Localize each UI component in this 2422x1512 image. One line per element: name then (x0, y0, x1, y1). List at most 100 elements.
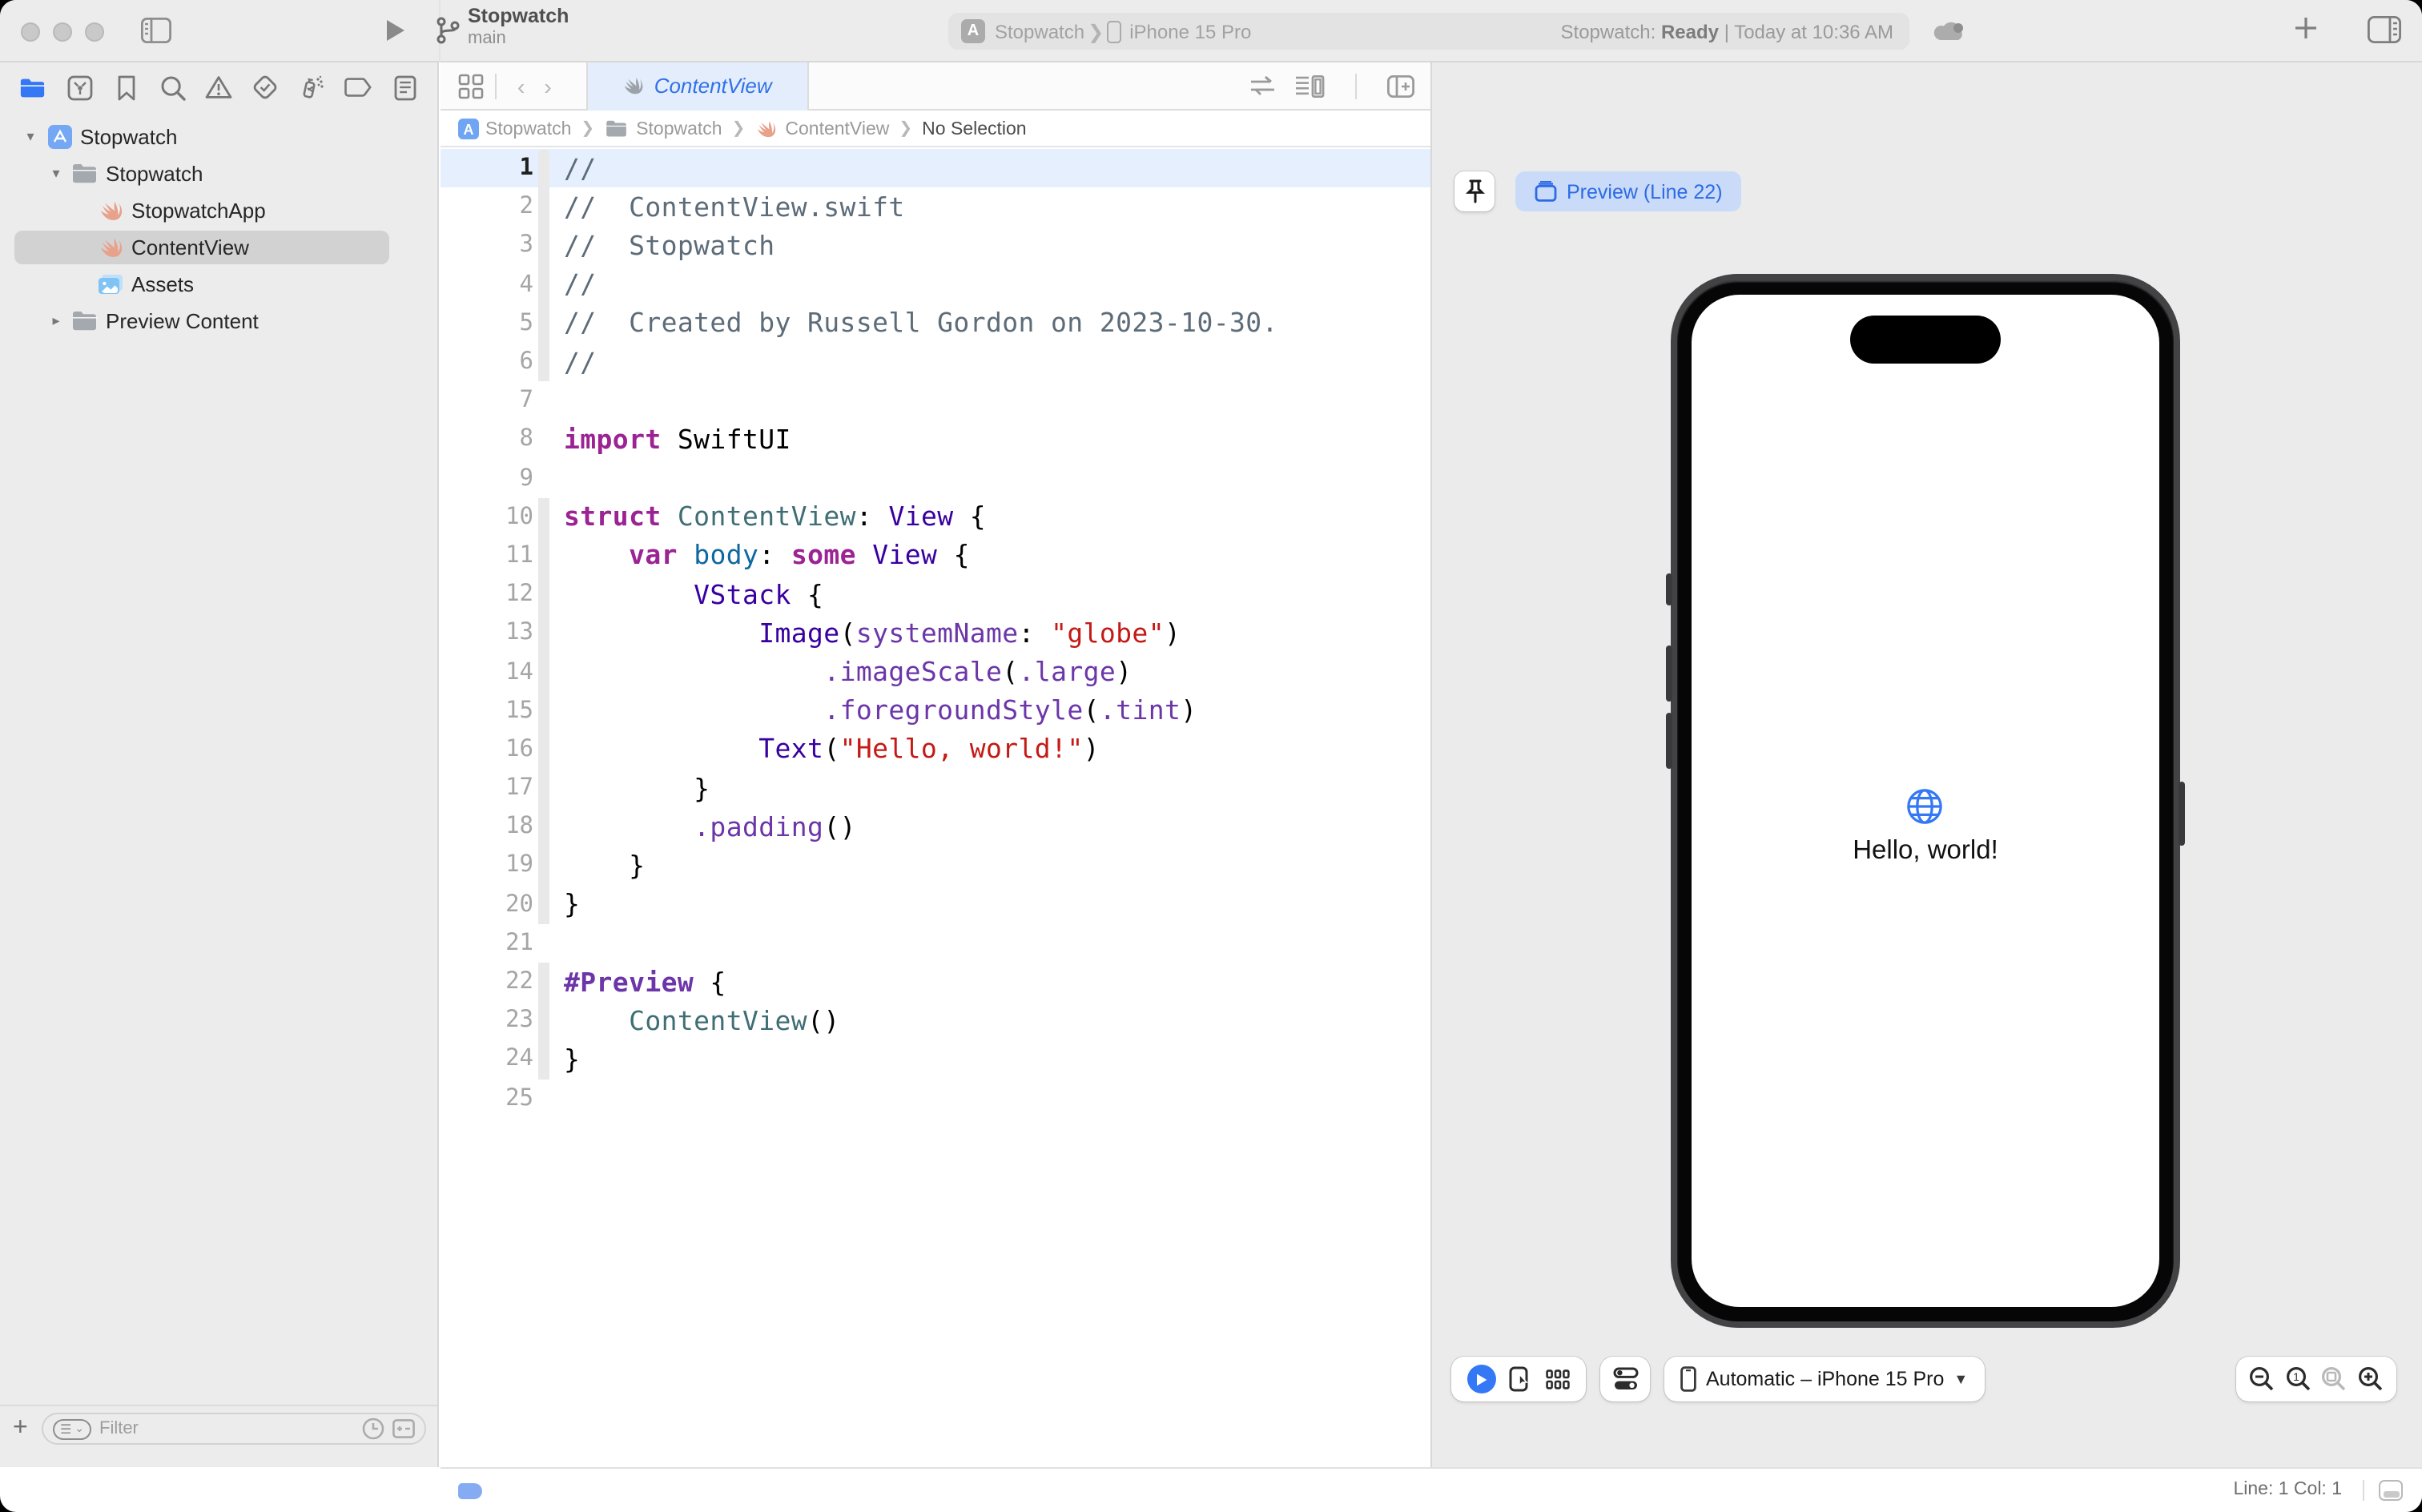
jump-bar[interactable]: AStopwatch❯Stopwatch❯ContentView❯No Sele… (441, 112, 1430, 147)
zoom-100-icon[interactable]: 1 (2286, 1366, 2311, 1392)
code-line-4[interactable]: 4// (441, 265, 1430, 304)
zoom-out-icon[interactable] (2250, 1366, 2275, 1392)
project-navigator-icon[interactable] (19, 74, 46, 101)
related-items-icon[interactable] (458, 73, 484, 99)
code-line-7[interactable]: 7 (441, 381, 1430, 420)
jumpbar-item-1[interactable]: Stopwatch (636, 119, 722, 139)
code-line-5[interactable]: 5// Created by Russell Gordon on 2023-10… (441, 304, 1430, 343)
fold-ribbon[interactable] (538, 187, 549, 226)
device-settings-button[interactable] (1600, 1357, 1650, 1401)
code-line-2[interactable]: 2// ContentView.swift (441, 187, 1430, 226)
code-line-1[interactable]: 1// (441, 149, 1430, 187)
tree-item-stopwatch[interactable]: ▾Stopwatch (0, 155, 437, 192)
zoom-window-button[interactable] (85, 22, 104, 41)
code-line-17[interactable]: 17 } (441, 769, 1430, 807)
source-control-navigator-icon[interactable] (66, 74, 93, 101)
code-line-8[interactable]: 8import SwiftUI (441, 420, 1430, 459)
code-line-25[interactable]: 25 (441, 1079, 1430, 1117)
add-file-button[interactable]: + (13, 1414, 28, 1443)
filter-options-icon[interactable]: ☰⌄ (53, 1418, 91, 1439)
scheme-name[interactable]: Stopwatch (995, 20, 1084, 42)
add-item-icon[interactable] (2294, 16, 2318, 40)
fold-ribbon[interactable] (538, 691, 549, 730)
toggle-debug-area-icon[interactable] (2379, 1480, 2403, 1501)
minimap-icon[interactable] (1296, 74, 1325, 97)
fold-ribbon[interactable] (538, 846, 549, 885)
code-line-20[interactable]: 20} (441, 885, 1430, 923)
jumpbar-item-3[interactable]: No Selection (922, 119, 1026, 139)
code-review-icon[interactable] (1249, 75, 1277, 96)
code-editor-content[interactable]: 1//2// ContentView.swift3// Stopwatch4//… (441, 149, 1430, 1467)
code-line-21[interactable]: 21 (441, 924, 1430, 963)
disclosure-right-icon[interactable]: ▸ (48, 312, 64, 330)
tree-item-assets[interactable]: Assets (0, 266, 437, 303)
code-line-15[interactable]: 15 .foregroundStyle(.tint) (441, 691, 1430, 730)
code-line-18[interactable]: 18 .padding() (441, 807, 1430, 846)
recent-files-icon[interactable] (362, 1418, 384, 1440)
source-control-filter-icon[interactable] (392, 1419, 415, 1438)
tests-navigator-icon[interactable] (251, 74, 279, 101)
fold-ribbon[interactable] (538, 575, 549, 613)
preview-jump-button[interactable]: Preview (Line 22) (1515, 171, 1742, 211)
code-line-23[interactable]: 23 ContentView() (441, 1001, 1430, 1040)
toggle-navigator-icon[interactable] (141, 18, 171, 43)
fold-ribbon[interactable] (538, 807, 549, 846)
breakpoints-navigator-icon[interactable] (344, 74, 372, 101)
scheme-selector[interactable]: A Stopwatch ❯ iPhone 15 Pro Stopwatch: R… (948, 13, 1909, 50)
minimize-window-button[interactable] (53, 22, 72, 41)
go-forward-icon[interactable]: › (534, 73, 561, 99)
tree-item-stopwatchapp[interactable]: StopwatchApp (0, 192, 437, 229)
fold-ribbon[interactable] (538, 537, 549, 575)
close-window-button[interactable] (21, 22, 40, 41)
disclosure-down-icon[interactable]: ▾ (48, 165, 64, 183)
tab-contentview[interactable]: ContentView (587, 62, 809, 110)
run-destination[interactable]: iPhone 15 Pro (1129, 20, 1251, 42)
breakpoint-indicator[interactable] (458, 1483, 482, 1499)
tree-item-contentview[interactable]: ContentView (0, 229, 437, 266)
fold-ribbon[interactable] (538, 497, 549, 536)
issues-navigator-icon[interactable] (205, 74, 232, 101)
debug-navigator-icon[interactable] (298, 74, 325, 101)
bookmarks-navigator-icon[interactable] (112, 74, 139, 101)
iphone-screen[interactable]: Hello, world! (1692, 295, 2159, 1307)
code-line-6[interactable]: 6// (441, 343, 1430, 381)
variants-mode-button[interactable] (1546, 1369, 1570, 1389)
code-line-24[interactable]: 24} (441, 1040, 1430, 1079)
code-line-19[interactable]: 19 } (441, 846, 1430, 885)
filter-field[interactable]: ☰⌄ Filter (42, 1413, 426, 1445)
fold-ribbon[interactable] (538, 769, 549, 807)
live-preview-button[interactable] (1467, 1365, 1496, 1393)
tree-item-stopwatch[interactable]: ▾Stopwatch (0, 119, 437, 155)
code-line-16[interactable]: 16 Text("Hello, world!") (441, 730, 1430, 769)
fold-ribbon[interactable] (538, 963, 549, 1001)
jumpbar-item-0[interactable]: Stopwatch (485, 119, 571, 139)
pin-preview-button[interactable] (1454, 171, 1495, 211)
code-line-3[interactable]: 3// Stopwatch (441, 227, 1430, 265)
fold-ribbon[interactable] (538, 885, 549, 923)
code-line-12[interactable]: 12 VStack { (441, 575, 1430, 613)
tree-item-preview-content[interactable]: ▸Preview Content (0, 303, 437, 340)
code-line-11[interactable]: 11 var body: some View { (441, 537, 1430, 575)
zoom-fit-icon[interactable] (2322, 1366, 2348, 1392)
fold-ribbon[interactable] (538, 227, 549, 265)
add-editor-icon[interactable] (1387, 74, 1414, 97)
fold-ribbon[interactable] (538, 1040, 549, 1079)
go-back-icon[interactable]: ‹ (508, 73, 534, 99)
fold-ribbon[interactable] (538, 149, 549, 187)
code-line-9[interactable]: 9 (441, 459, 1430, 497)
zoom-in-icon[interactable] (2358, 1366, 2384, 1392)
code-line-13[interactable]: 13 Image(systemName: "globe") (441, 614, 1430, 653)
run-button[interactable] (384, 18, 407, 43)
fold-ribbon[interactable] (538, 614, 549, 653)
fold-ribbon[interactable] (538, 653, 549, 691)
disclosure-down-icon[interactable]: ▾ (22, 128, 38, 146)
fold-ribbon[interactable] (538, 343, 549, 381)
code-line-22[interactable]: 22#Preview { (441, 963, 1430, 1001)
jumpbar-item-2[interactable]: ContentView (785, 119, 889, 139)
fold-ribbon[interactable] (538, 730, 549, 769)
fold-ribbon[interactable] (538, 304, 549, 343)
selectable-mode-button[interactable] (1509, 1366, 1533, 1392)
fold-ribbon[interactable] (538, 265, 549, 304)
preview-device-selector[interactable]: Automatic – iPhone 15 Pro ▼ (1664, 1357, 1984, 1401)
code-line-10[interactable]: 10struct ContentView: View { (441, 497, 1430, 536)
